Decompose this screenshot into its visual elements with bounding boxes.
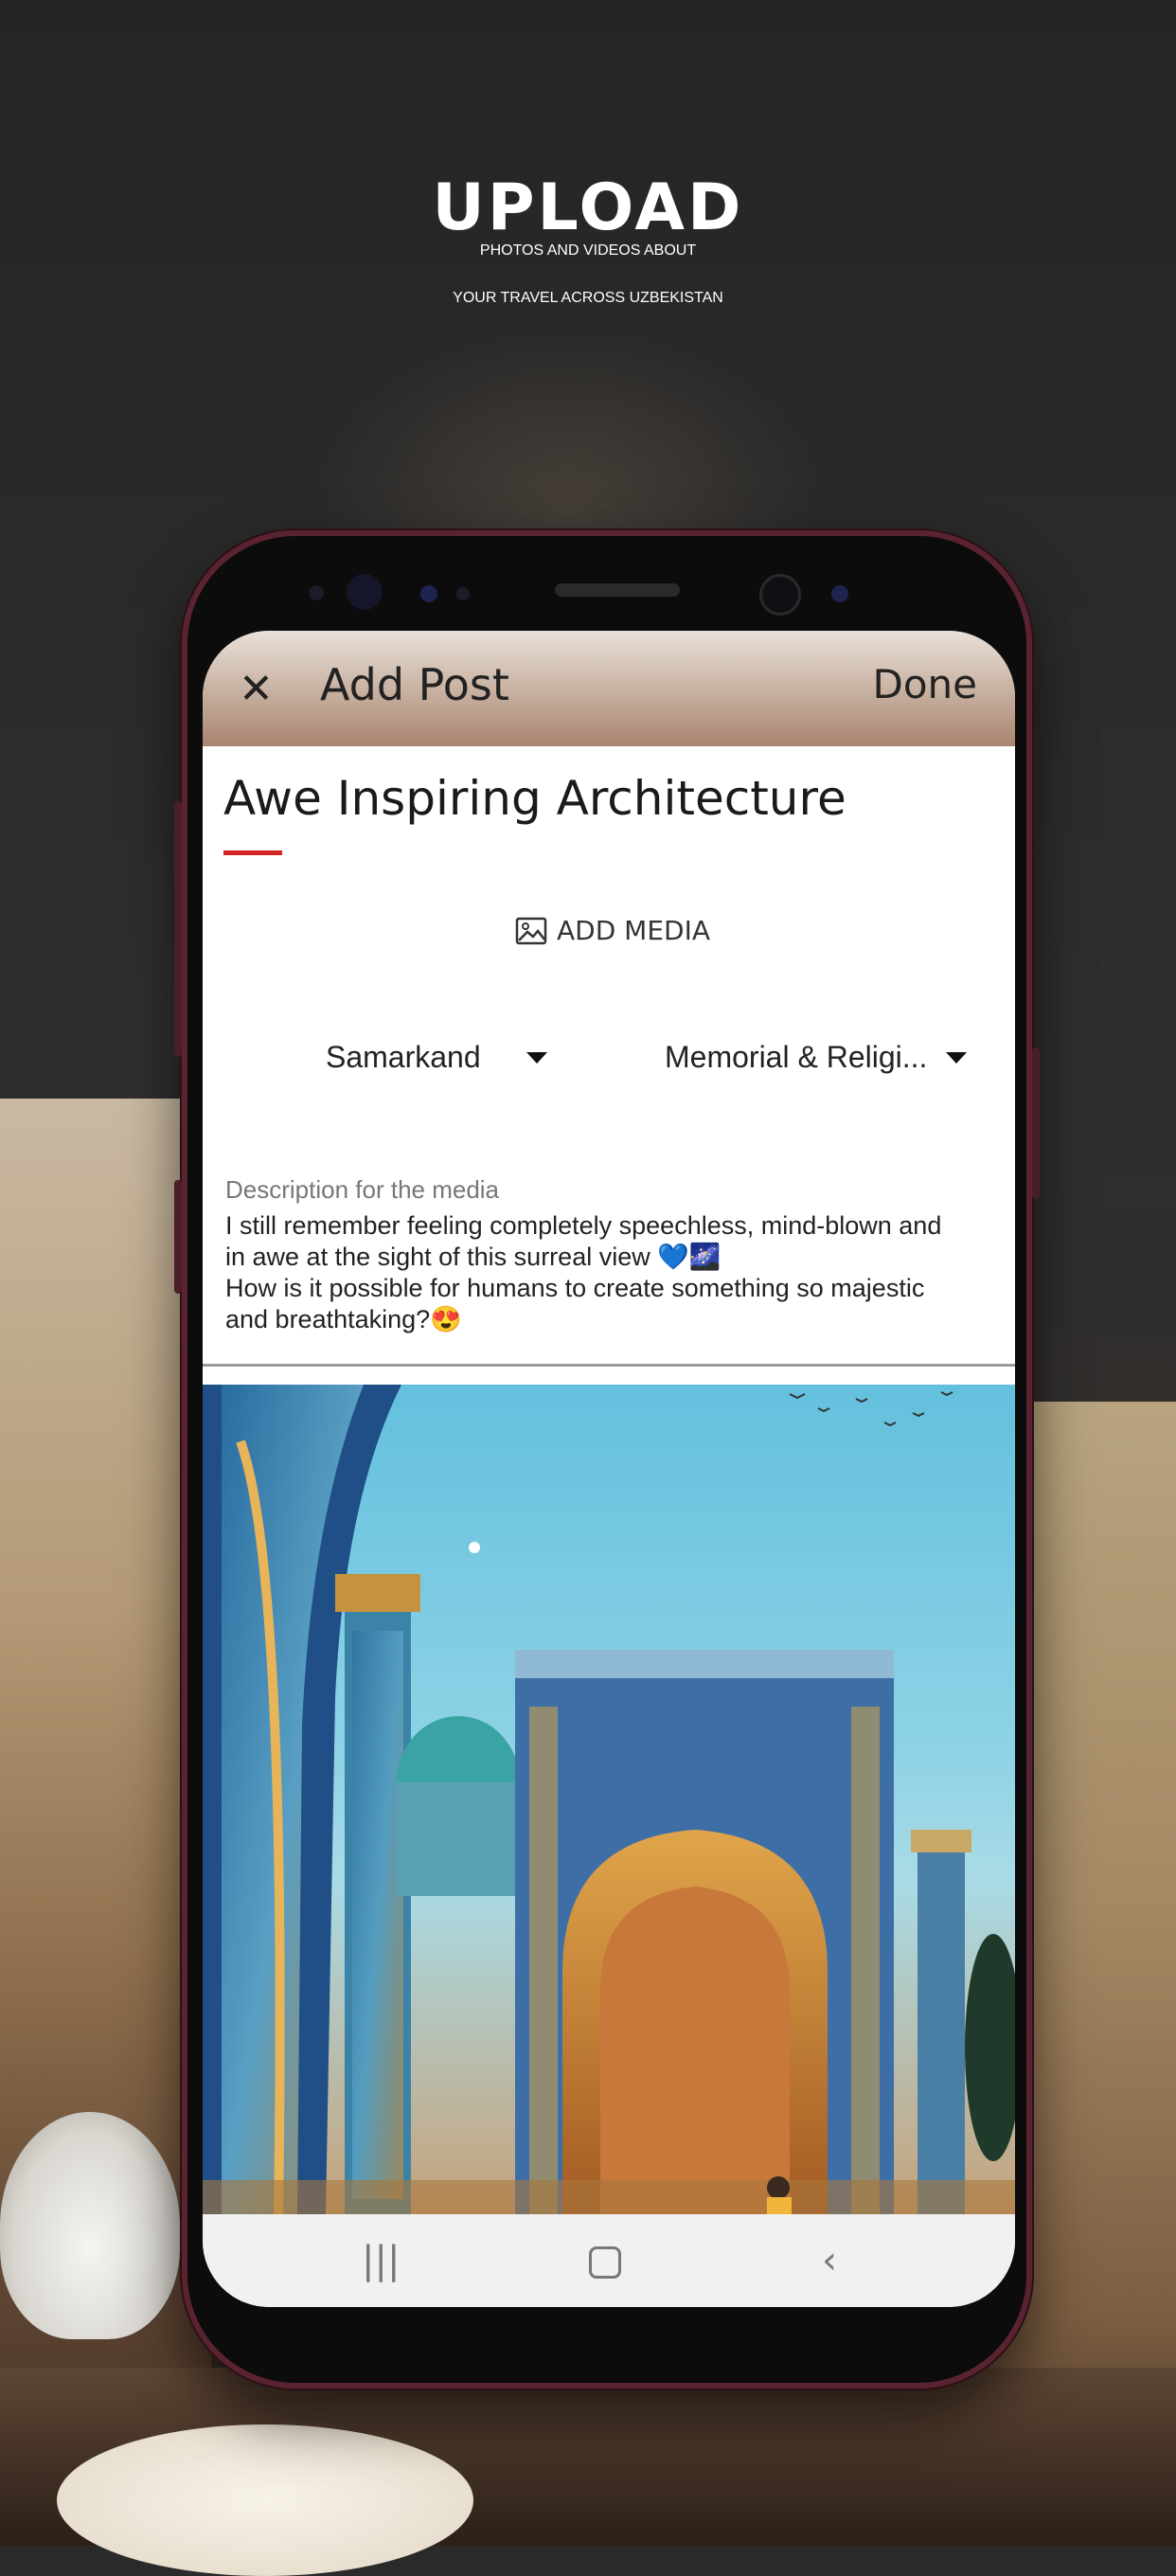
city-dropdown[interactable]: Samarkand	[326, 1040, 547, 1075]
bixby-button	[174, 1180, 182, 1294]
post-title-input[interactable]: Awe Inspiring Architecture	[223, 771, 846, 826]
done-button[interactable]: Done	[873, 661, 978, 707]
recents-icon[interactable]: |||	[362, 2237, 400, 2284]
teapot-image	[0, 2112, 180, 2339]
phone-screen: ✕ Add Post Done Awe Inspiring Architectu…	[203, 631, 1015, 2307]
description-line: and breathtaking?😍	[225, 1305, 462, 1333]
description-line: I still remember feeling completely spee…	[225, 1211, 942, 1240]
headline-line-2: YOUR TRAVEL ACROSS UZBEKISTAN	[453, 290, 723, 306]
back-icon[interactable]: ‹	[822, 2237, 837, 2284]
phone-frame: ✕ Add Post Done Awe Inspiring Architectu…	[174, 530, 1040, 2388]
earpiece-speaker	[555, 583, 680, 597]
city-value: Samarkand	[326, 1040, 481, 1074]
add-media-button[interactable]: ADD MEDIA	[515, 915, 710, 946]
sensor-dot	[309, 585, 324, 600]
home-icon[interactable]	[589, 2237, 621, 2284]
category-dropdown[interactable]: Memorial & Religi...	[665, 1040, 968, 1075]
iris-scanner	[347, 574, 383, 610]
media-preview-image[interactable]	[203, 1385, 1015, 2214]
chevron-down-icon	[526, 1051, 547, 1064]
chevron-down-icon	[946, 1051, 968, 1064]
title-underline	[223, 850, 282, 855]
volume-button	[174, 801, 182, 1057]
add-media-label: ADD MEDIA	[557, 915, 710, 946]
description-input[interactable]: I still remember feeling completely spee…	[225, 1210, 992, 1335]
category-value: Memorial & Religi...	[665, 1040, 928, 1074]
headline-title: UPLOAD	[432, 170, 744, 245]
power-button	[1032, 1047, 1040, 1199]
close-icon[interactable]: ✕	[239, 669, 274, 710]
app-bar-title: Add Post	[320, 659, 509, 710]
system-nav-bar: ||| ‹	[203, 2214, 1015, 2307]
proximity-sensor	[420, 585, 437, 602]
light-sensor	[456, 587, 470, 600]
description-label: Description for the media	[225, 1175, 500, 1204]
description-line: in awe at the sight of this surreal view…	[225, 1243, 722, 1271]
iris-camera	[831, 585, 848, 602]
plate-image	[57, 2424, 473, 2576]
description-line: How is it possible for humans to create …	[225, 1274, 925, 1302]
description-underline	[203, 1364, 1015, 1367]
madrasa-photo	[203, 1385, 1015, 2214]
headline-line-1: PHOTOS AND VIDEOS ABOUT	[479, 242, 697, 259]
image-icon	[515, 917, 547, 944]
app-bar: ✕ Add Post Done	[203, 631, 1015, 746]
front-camera	[759, 574, 801, 616]
